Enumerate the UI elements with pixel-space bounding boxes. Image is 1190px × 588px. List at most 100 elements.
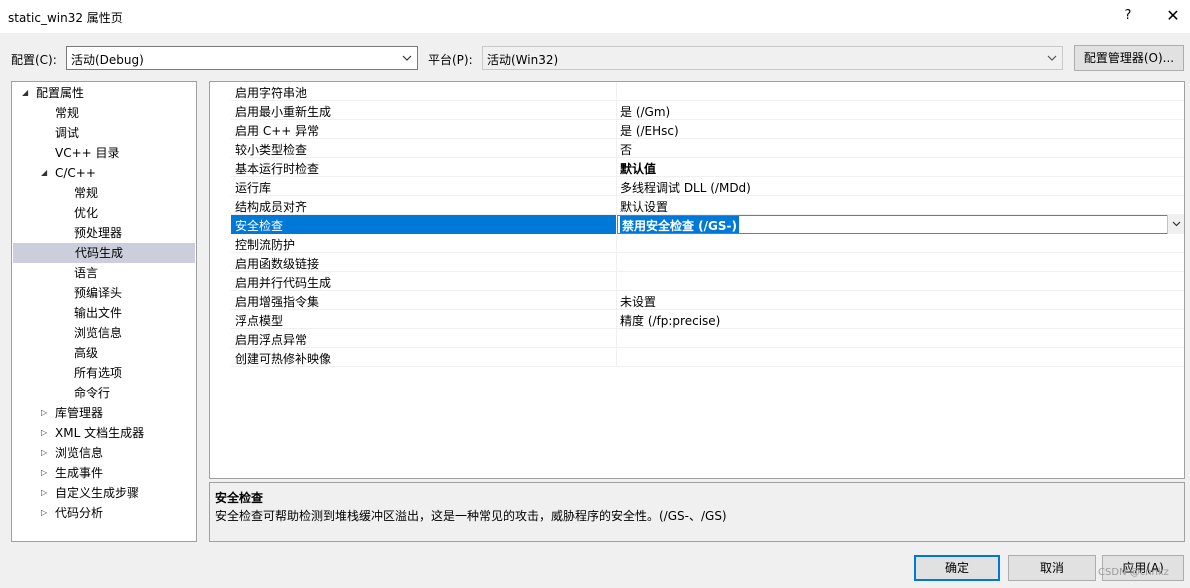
platform-label: 平台(P): — [428, 53, 473, 67]
property-row[interactable]: 运行库 多线程调试 DLL (/MDd) — [231, 177, 1184, 196]
tree-item[interactable]: 常规 — [12, 183, 196, 203]
tree-item[interactable]: ▷ 浏览信息 — [12, 443, 196, 463]
tree-item-label: 预编译头 — [74, 286, 123, 300]
column-separator — [616, 234, 617, 253]
property-name: 结构成员对齐 — [235, 200, 308, 214]
tree-item[interactable]: ▷ 库管理器 — [12, 403, 196, 423]
tree-item-label: XML 文档生成器 — [55, 426, 145, 440]
property-name: 启用浮点异常 — [235, 333, 308, 347]
property-row[interactable]: 启用字符串池 — [231, 82, 1184, 101]
tree-item[interactable]: 预编译头 — [12, 283, 196, 303]
tree-item[interactable]: 输出文件 — [12, 303, 196, 323]
dropdown-button[interactable] — [1167, 215, 1184, 234]
tree-item-label: 命令行 — [74, 386, 111, 400]
chevron-down-icon — [1047, 55, 1057, 61]
column-separator — [616, 348, 617, 367]
tree-item[interactable]: 预处理器 — [12, 223, 196, 243]
property-name: 启用最小重新生成 — [235, 105, 332, 119]
grid-gutter — [210, 82, 231, 369]
property-value: 默认值 — [620, 162, 657, 176]
tree-item-label: 配置属性 — [36, 86, 85, 100]
property-name: 启用函数级链接 — [235, 257, 320, 271]
tree-item[interactable]: ▷ 自定义生成步骤 — [12, 483, 196, 503]
tree-item-label: 浏览信息 — [74, 326, 123, 340]
property-row[interactable]: 基本运行时检查 默认值 — [231, 158, 1184, 177]
tree-item-label: 语言 — [74, 266, 99, 280]
cancel-button[interactable]: 取消 — [1008, 555, 1096, 581]
column-separator — [616, 139, 617, 158]
property-row[interactable]: 结构成员对齐 默认设置 — [231, 196, 1184, 215]
property-value: 是 (/EHsc) — [620, 124, 679, 138]
collapsed-arrow-icon[interactable]: ▷ — [41, 463, 51, 483]
property-value[interactable]: 禁用安全检查 (/GS-) — [620, 216, 740, 233]
collapsed-arrow-icon[interactable]: ▷ — [41, 423, 51, 443]
expanded-arrow-icon[interactable]: ◢ — [22, 83, 32, 103]
property-row[interactable]: 启用 C++ 异常 是 (/EHsc) — [231, 120, 1184, 139]
property-row[interactable]: 启用函数级链接 — [231, 253, 1184, 272]
property-value: 精度 (/fp:precise) — [620, 314, 721, 328]
tree-item-label: 代码生成 — [75, 246, 124, 260]
column-separator — [616, 120, 617, 139]
tree-item-label: 库管理器 — [55, 406, 104, 420]
close-button[interactable]: ✕ — [1155, 2, 1190, 30]
tree-item[interactable]: ◢ C/C++ — [12, 163, 196, 183]
tree-item[interactable]: ◢ 配置属性 — [12, 83, 196, 103]
tree-item-label: 浏览信息 — [55, 446, 104, 460]
column-separator — [616, 329, 617, 348]
tree-item[interactable]: VC++ 目录 — [12, 143, 196, 163]
tree-item-label: 高级 — [74, 346, 99, 360]
property-row[interactable]: 控制流防护 — [231, 234, 1184, 253]
property-row[interactable]: 启用增强指令集 未设置 — [231, 291, 1184, 310]
property-row[interactable]: 较小类型检查 否 — [231, 139, 1184, 158]
property-row[interactable]: 创建可热修补映像 — [231, 348, 1184, 367]
tree-item[interactable]: 所有选项 — [12, 363, 196, 383]
tree-item[interactable]: ▷ 代码分析 — [12, 503, 196, 523]
property-row[interactable]: 启用最小重新生成 是 (/Gm) — [231, 101, 1184, 120]
property-grid[interactable]: 启用字符串池 启用最小重新生成是 (/Gm) 启用 C++ 异常是 (/EHsc) 较… — [209, 81, 1185, 479]
collapsed-arrow-icon[interactable]: ▷ — [41, 443, 51, 463]
configuration-manager-button[interactable]: 配置管理器(O)... — [1074, 45, 1184, 71]
collapsed-arrow-icon[interactable]: ▷ — [41, 483, 51, 503]
ok-button[interactable]: 确定 — [914, 555, 1000, 581]
property-name: 浮点模型 — [235, 314, 284, 328]
tree-item-label: VC++ 目录 — [55, 146, 120, 160]
config-select[interactable]: 活动(Debug) — [66, 46, 418, 70]
window-title: static_win32 属性页 — [8, 11, 123, 25]
property-row[interactable]: 启用并行代码生成 — [231, 272, 1184, 291]
tree-item-label: C/C++ — [55, 166, 96, 180]
column-separator — [616, 196, 617, 215]
title-bar: static_win32 属性页 ? ✕ — [0, 0, 1190, 33]
property-name: 创建可热修补映像 — [235, 352, 332, 366]
tree-item[interactable]: ▷ XML 文档生成器 — [12, 423, 196, 443]
tree-item[interactable]: 代码生成 — [13, 243, 195, 263]
property-name: 较小类型检查 — [235, 143, 308, 157]
chevron-down-icon — [402, 55, 412, 61]
column-separator — [616, 158, 617, 177]
description-text: 安全检查可帮助检测到堆栈缓冲区溢出，这是一种常见的攻击，威胁程序的安全性。(/G… — [215, 509, 727, 523]
property-name: 启用 C++ 异常 — [235, 124, 320, 138]
collapsed-arrow-icon[interactable]: ▷ — [41, 503, 51, 523]
property-row[interactable]: 安全检查 禁用安全检查 (/GS-) — [231, 215, 1184, 234]
description-title: 安全检查 — [215, 491, 264, 505]
collapsed-arrow-icon[interactable]: ▷ — [41, 403, 51, 423]
property-row[interactable]: 浮点模型 精度 (/fp:precise) — [231, 310, 1184, 329]
property-row[interactable]: 启用浮点异常 — [231, 329, 1184, 348]
tree-item-label: 常规 — [55, 106, 80, 120]
tree-item[interactable]: 语言 — [12, 263, 196, 283]
column-separator — [616, 272, 617, 291]
tree-item[interactable]: 常规 — [12, 103, 196, 123]
tree-item[interactable]: 命令行 — [12, 383, 196, 403]
tree-item[interactable]: 高级 — [12, 343, 196, 363]
property-value: 默认设置 — [620, 200, 669, 214]
tree-item-label: 所有选项 — [74, 366, 123, 380]
platform-select[interactable]: 活动(Win32) — [482, 46, 1063, 70]
tree-item[interactable]: 优化 — [12, 203, 196, 223]
chevron-down-icon — [1172, 221, 1181, 227]
expanded-arrow-icon[interactable]: ◢ — [41, 163, 51, 183]
help-button[interactable]: ? — [1110, 2, 1146, 30]
tree-item[interactable]: 调试 — [12, 123, 196, 143]
property-tree[interactable]: ◢ 配置属性 常规 调试 VC++ 目录 ◢ C/C++ 常规 优化 预处理器 代码生成 语言 预编译头… — [11, 81, 197, 542]
tree-item-label: 输出文件 — [74, 306, 123, 320]
tree-item[interactable]: 浏览信息 — [12, 323, 196, 343]
tree-item[interactable]: ▷ 生成事件 — [12, 463, 196, 483]
